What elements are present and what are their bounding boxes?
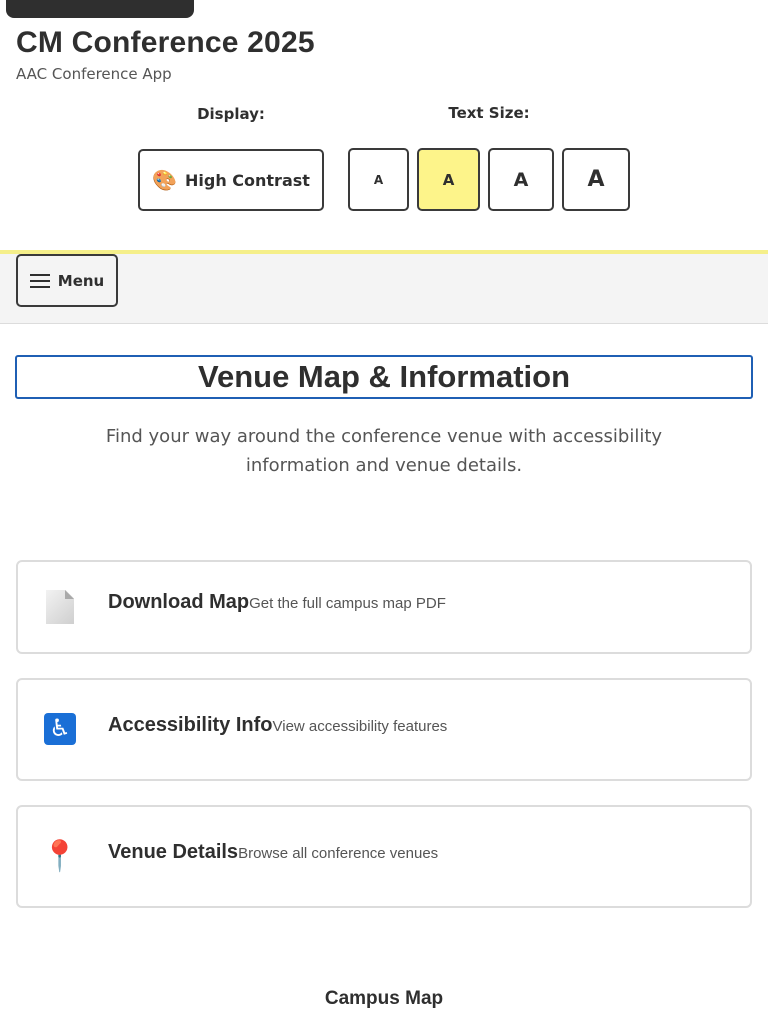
text-size-xlarge-button[interactable]: A <box>562 148 630 211</box>
card-label: Accessibility Info <box>108 714 273 736</box>
card-label: Venue Details <box>108 841 239 863</box>
text-size-large-button[interactable]: A <box>488 148 554 211</box>
app-title: CM Conference 2025 <box>16 26 315 59</box>
download-map-card[interactable]: Download Map Get the full campus map PDF <box>16 560 752 654</box>
campus-map-heading: Campus Map <box>324 988 444 1009</box>
text-size-label-large: A <box>513 168 529 191</box>
high-contrast-button[interactable]: 🎨 High Contrast <box>138 149 324 211</box>
app-subtitle: AAC Conference App <box>16 65 172 83</box>
card-description: Get the full campus map PDF <box>249 595 446 612</box>
card-label: Download Map <box>108 591 250 613</box>
palette-icon: 🎨 <box>152 168 177 192</box>
text-size-label-xlarge: A <box>587 167 605 192</box>
text-size-label: Text Size: <box>448 104 530 122</box>
venue-details-card[interactable]: 📍 Venue Details Browse all conference ve… <box>16 805 752 908</box>
top-tab <box>6 0 194 18</box>
menu-button[interactable]: Menu <box>16 254 118 307</box>
hamburger-icon <box>29 273 50 288</box>
display-label: Display: <box>197 105 265 123</box>
text-size-medium-button[interactable]: A <box>417 148 480 211</box>
text-size-label-medium: A <box>442 170 455 189</box>
high-contrast-label: High Contrast <box>184 170 310 190</box>
wheelchair-icon: ♿ <box>40 709 80 749</box>
menu-label: Menu <box>57 271 105 290</box>
text-size-label-small: A <box>373 172 384 187</box>
document-icon <box>40 587 80 627</box>
pushpin-icon: 📍 <box>41 839 79 873</box>
card-description: View accessibility features <box>272 718 448 735</box>
card-description: Browse all conference venues <box>238 845 439 862</box>
nav-bar: Menu <box>0 254 768 324</box>
accessibility-info-card[interactable]: ♿ Accessibility Info View accessibility … <box>16 678 752 781</box>
text-size-small-button[interactable]: A <box>348 148 409 211</box>
page-intro: Find your way around the conference venu… <box>105 426 663 476</box>
page-title: Venue Map & Information <box>15 355 753 399</box>
